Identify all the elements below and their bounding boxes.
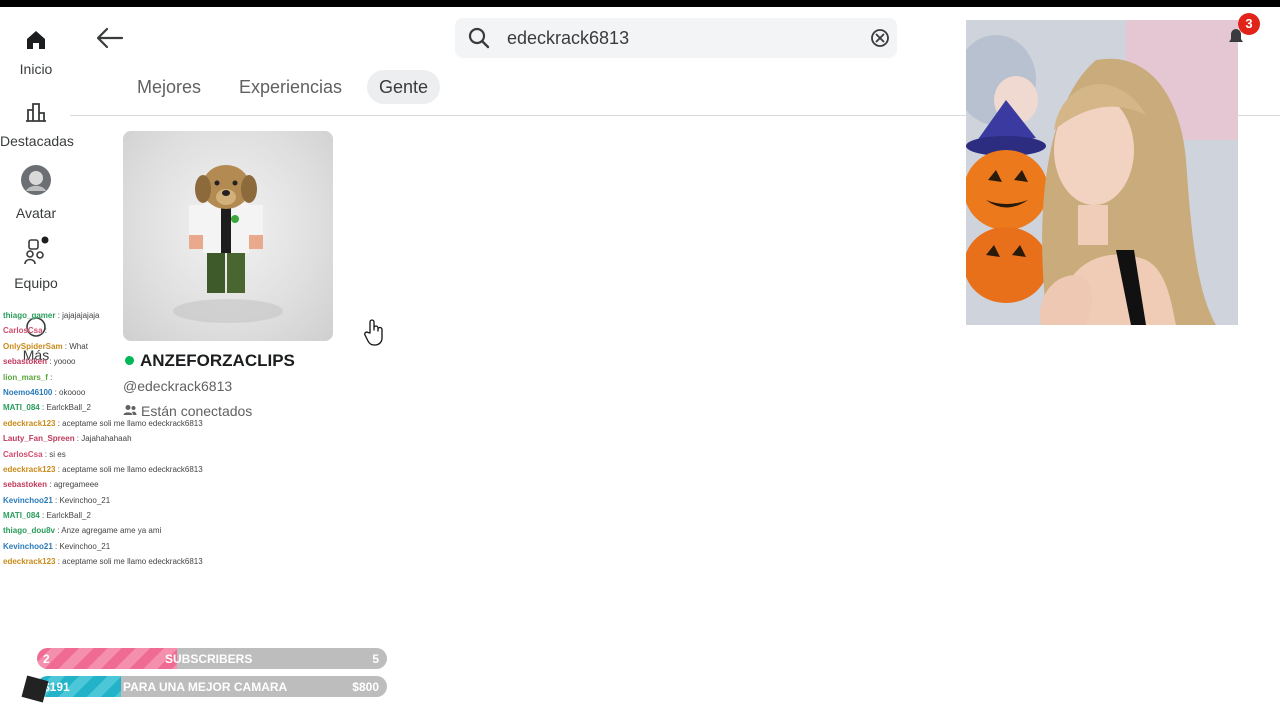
chat-message: CarlosCsa : si es xyxy=(3,447,263,462)
sidebar-item-avatar[interactable]: Avatar xyxy=(0,164,72,221)
chat-message: edeckrack123 : aceptame soli me llamo ed… xyxy=(3,554,263,569)
clear-icon[interactable] xyxy=(869,27,891,49)
chat-text: EarlckBall_2 xyxy=(46,511,91,521)
tab-mejores[interactable]: Mejores xyxy=(125,70,213,104)
chat-separator: : xyxy=(47,480,54,490)
goal-bar: $191 PARA UNA MEJOR CAMARA $800 xyxy=(37,676,387,697)
chat-message: Kevinchoo21 : Kevinchoo_21 xyxy=(3,493,263,508)
webcam-image xyxy=(966,20,1238,325)
chat-message: edeckrack123 : aceptame soli me llamo ed… xyxy=(3,416,263,431)
chat-username: Lauty_Fan_Spreen xyxy=(3,434,75,444)
chat-message: Noemo46100 : okoooo xyxy=(3,385,263,400)
search-bar[interactable]: edeckrack6813 xyxy=(455,18,897,58)
chat-text: Kevinchoo_21 xyxy=(59,495,111,505)
notification-badge[interactable]: 3 xyxy=(1238,13,1260,35)
sidebar-item-destacadas[interactable]: Destacadas xyxy=(0,100,74,149)
sidebar-item-equipo[interactable]: Equipo xyxy=(0,236,72,291)
avatar-icon xyxy=(0,164,72,199)
chat-username: Kevinchoo21 xyxy=(3,495,53,505)
chat-text: aceptame soli me llamo edeckrack6813 xyxy=(62,464,203,474)
chat-username: Kevinchoo21 xyxy=(3,541,53,551)
goal-bar: 2 SUBSCRIBERS 5 xyxy=(37,648,387,669)
back-button[interactable] xyxy=(94,24,126,52)
chat-username: edeckrack123 xyxy=(3,557,56,567)
chart-icon xyxy=(0,100,72,127)
chat-text: What xyxy=(69,341,88,351)
sidebar-item-inicio[interactable]: Inicio xyxy=(0,28,72,77)
chat-message: sebastoken : agregameee xyxy=(3,477,263,492)
chat-text: agregameee xyxy=(53,480,99,490)
chat-message: thiago_dou8v : Anze agregame ame ya ami xyxy=(3,523,263,538)
chat-separator: : xyxy=(47,357,54,367)
chat-text: Anze agregame ame ya ami xyxy=(61,526,162,536)
chat-message: OnlySpiderSam : What xyxy=(3,339,263,354)
chat-username: OnlySpiderSam xyxy=(3,341,63,351)
chat-message: Kevinchoo21 : Kevinchoo_21 xyxy=(3,539,263,554)
chat-message: thiago_gamer : jajajajajaja xyxy=(3,308,263,323)
chat-text: yoooo xyxy=(53,357,76,367)
chat-text: EarlckBall_2 xyxy=(46,403,91,413)
search-icon xyxy=(468,27,490,49)
chat-username: Noemo46100 xyxy=(3,387,53,397)
chat-message: Lauty_Fan_Spreen : Jajahahahaah xyxy=(3,431,263,446)
hand-cursor-icon xyxy=(364,319,383,346)
chat-text: Jajahahahaah xyxy=(81,434,132,444)
chat-text: aceptame soli me llamo edeckrack6813 xyxy=(62,418,203,428)
chat-username: thiago_gamer xyxy=(3,311,56,320)
chat-message: lion_mars_f : xyxy=(3,370,263,385)
tab-gente[interactable]: Gente xyxy=(367,70,441,104)
chat-username: sebastoken xyxy=(3,480,48,490)
sidebar-item-label: Avatar xyxy=(15,205,57,221)
arrow-left-icon xyxy=(96,27,124,49)
search-input[interactable]: edeckrack6813 xyxy=(507,28,629,49)
chat-username: MATI_084 xyxy=(3,403,40,413)
chat-username: CarlosCsa xyxy=(3,326,43,336)
chat-separator: : xyxy=(42,326,48,336)
chat-message: edeckrack123 : aceptame soli me llamo ed… xyxy=(3,462,263,477)
chat-message: sebastoken : yoooo xyxy=(3,354,263,369)
goal-target: $800 xyxy=(352,680,379,694)
party-icon xyxy=(0,236,72,269)
chat-text: jajajajajaja xyxy=(62,311,100,320)
stream-chat-overlay: thiago_gamer : jajajajajaja CarlosCsa : O… xyxy=(3,308,263,570)
chat-text: okoooo xyxy=(59,387,86,397)
chat-username: thiago_dou8v xyxy=(3,526,56,536)
goal-current: 2 xyxy=(43,652,50,666)
chat-username: CarlosCsa xyxy=(3,449,43,459)
top-black-strip xyxy=(0,0,1280,7)
chat-username: edeckrack123 xyxy=(3,464,56,474)
chat-message: MATI_084 : EarlckBall_2 xyxy=(3,508,263,523)
chat-username: edeckrack123 xyxy=(3,418,56,428)
chat-username: sebastoken xyxy=(3,357,48,367)
chat-message: CarlosCsa : xyxy=(3,323,263,338)
chat-text: Kevinchoo_21 xyxy=(59,541,111,551)
goal-target: 5 xyxy=(372,652,379,666)
goal-progress-fill xyxy=(37,648,177,669)
chat-username: lion_mars_f xyxy=(3,372,48,382)
roblox-logo-icon xyxy=(21,675,49,703)
sidebar-item-label: Inicio xyxy=(19,61,53,77)
sidebar-item-label: Equipo xyxy=(14,275,58,291)
goal-title: SUBSCRIBERS xyxy=(165,652,253,666)
tab-experiencias[interactable]: Experiencias xyxy=(227,70,354,104)
chat-text: aceptame soli me llamo edeckrack6813 xyxy=(62,557,203,567)
chat-text: si es xyxy=(49,449,66,459)
goal-title: PARA UNA MEJOR CAMARA xyxy=(123,680,288,694)
webcam-overlay xyxy=(966,20,1238,325)
home-icon xyxy=(0,28,72,55)
sidebar-item-label: Destacadas xyxy=(0,133,74,149)
chat-separator: : xyxy=(47,372,53,382)
chat-username: MATI_084 xyxy=(3,511,40,521)
chat-message: MATI_084 : EarlckBall_2 xyxy=(3,400,263,415)
